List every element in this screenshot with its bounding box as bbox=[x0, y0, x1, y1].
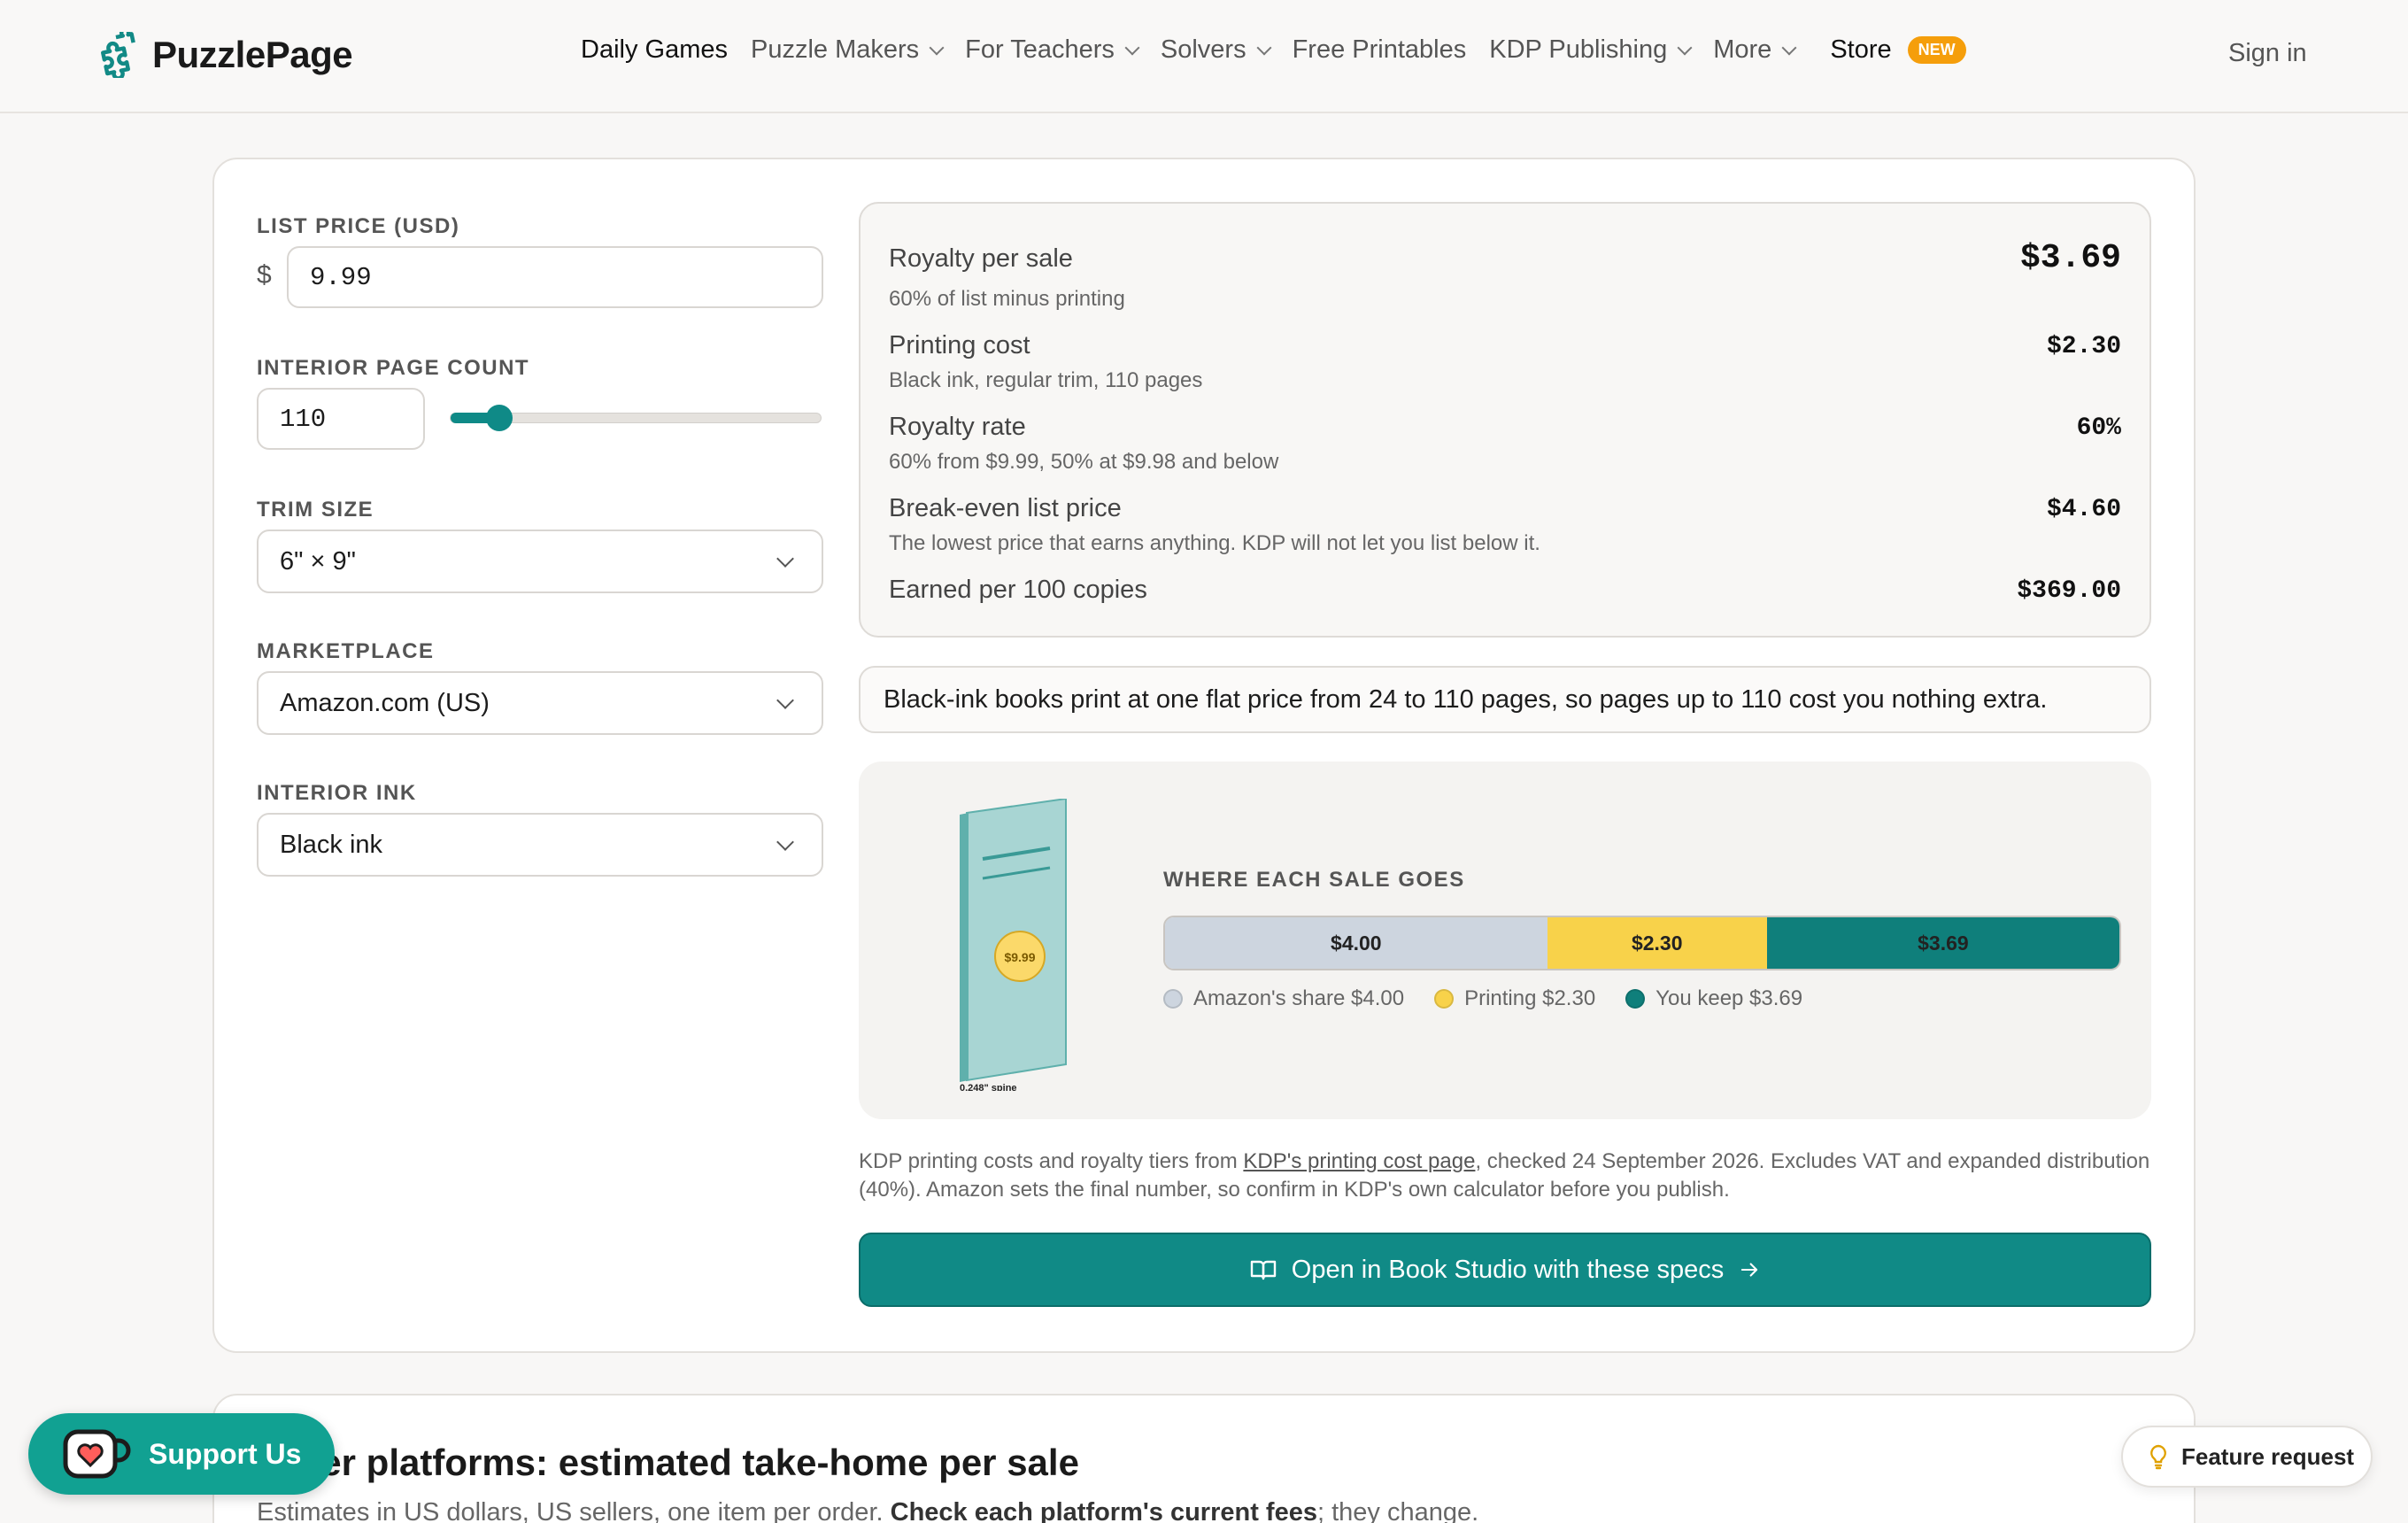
legend-label: You keep $3.69 bbox=[1656, 986, 1803, 1010]
royalty-subtitle: 60% of list minus printing bbox=[889, 287, 1125, 311]
chevron-down-icon bbox=[776, 692, 794, 709]
chevron-down-icon bbox=[1124, 40, 1140, 55]
cta-label: Open in Book Studio with these specs bbox=[1291, 1255, 1725, 1284]
chevron-down-icon bbox=[1677, 40, 1693, 55]
other-platforms-subtitle: Estimates in US dollars, US sellers, one… bbox=[257, 1498, 1479, 1523]
nav-daily-games[interactable]: Daily Games bbox=[581, 35, 728, 65]
royalty-value: $3.69 bbox=[2019, 239, 2121, 277]
printing-value: $2.30 bbox=[2046, 333, 2121, 360]
footnote-text: KDP printing costs and royalty tiers fro… bbox=[859, 1149, 1244, 1173]
ko-fi-cup-icon bbox=[63, 1429, 131, 1479]
printing-subtitle: Black ink, regular trim, 110 pages bbox=[889, 368, 1203, 392]
legend-item-2: You keep $3.69 bbox=[1625, 986, 1802, 1011]
nav-store[interactable]: Store NEW bbox=[1830, 35, 1966, 65]
book-illustration: $9.99 0.248" spine bbox=[960, 799, 1067, 1091]
other-platforms-card: Other platforms: estimated take-home per… bbox=[212, 1394, 2196, 1523]
nav-for-teachers[interactable]: For Teachers bbox=[965, 35, 1140, 65]
interior-ink-value: Black ink bbox=[280, 830, 383, 859]
chevron-down-icon bbox=[776, 550, 794, 568]
open-in-book-studio-button[interactable]: Open in Book Studio with these specs bbox=[859, 1233, 2151, 1307]
flat-price-note: Black-ink books print at one flat price … bbox=[859, 666, 2151, 733]
marketplace-select[interactable]: Amazon.com (US) bbox=[257, 671, 823, 735]
royalty-rate-title: Royalty rate bbox=[889, 413, 1026, 441]
royalty-rate-subtitle: 60% from $9.99, 50% at $9.98 and below bbox=[889, 450, 1279, 474]
open-book-icon bbox=[1250, 1260, 1276, 1280]
list-price-label: LIST PRICE (USD) bbox=[257, 214, 460, 238]
results-panel: Royalty per sale 60% of list minus print… bbox=[859, 202, 2151, 638]
puzzle-logo-icon bbox=[101, 32, 135, 78]
nav-kdp-publishing[interactable]: KDP Publishing bbox=[1489, 35, 1693, 65]
breakeven-value: $4.60 bbox=[2046, 496, 2121, 523]
site-header: PuzzlePage Daily Games Puzzle Makers For… bbox=[0, 0, 2408, 113]
currency-symbol: $ bbox=[257, 260, 272, 290]
slider-thumb[interactable] bbox=[485, 405, 513, 431]
other-platforms-title: Other platforms: estimated take-home per… bbox=[257, 1442, 1079, 1483]
chevron-down-icon bbox=[1781, 40, 1797, 55]
feature-request-label: Feature request bbox=[2181, 1442, 2355, 1470]
sale-segment-2: $3.69 bbox=[1766, 917, 2119, 969]
kdp-printing-cost-link[interactable]: KDP's printing cost page bbox=[1243, 1149, 1475, 1173]
new-badge: NEW bbox=[1907, 36, 1966, 64]
book-price-tag: $9.99 bbox=[1004, 950, 1035, 964]
sale-breakdown-panel: $9.99 0.248" spine WHERE EACH SALE GOES … bbox=[859, 762, 2151, 1119]
per-100-title: Earned per 100 copies bbox=[889, 576, 1147, 604]
page-count-label: INTERIOR PAGE COUNT bbox=[257, 356, 530, 380]
interior-ink-label: INTERIOR INK bbox=[257, 781, 417, 805]
marketplace-value: Amazon.com (US) bbox=[280, 688, 490, 717]
sale-breakdown-bar: $4.00 $2.30 $3.69 bbox=[1163, 916, 2121, 970]
legend-item-1: Printing $2.30 bbox=[1434, 986, 1595, 1011]
trim-size-label: TRIM SIZE bbox=[257, 498, 374, 522]
arrow-right-icon bbox=[1741, 1263, 1758, 1277]
interior-ink-select[interactable]: Black ink bbox=[257, 813, 823, 877]
sale-segment-0: $4.00 bbox=[1165, 917, 1547, 969]
breakeven-title: Break-even list price bbox=[889, 494, 1122, 522]
nav-more[interactable]: More bbox=[1713, 35, 1797, 65]
feature-request-button[interactable]: Feature request bbox=[2121, 1426, 2373, 1488]
support-us-button[interactable]: Support Us bbox=[28, 1413, 335, 1495]
sale-breakdown-legend: Amazon's share $4.00 Printing $2.30 You ke… bbox=[1163, 986, 1833, 1011]
nav-solvers[interactable]: Solvers bbox=[1161, 35, 1272, 65]
breakeven-subtitle: The lowest price that earns anything. KD… bbox=[889, 531, 1540, 555]
legend-label: Printing $2.30 bbox=[1464, 986, 1596, 1010]
legend-label: Amazon's share $4.00 bbox=[1193, 986, 1405, 1010]
legend-dot bbox=[1434, 989, 1455, 1009]
nav-puzzle-makers[interactable]: Puzzle Makers bbox=[751, 35, 945, 65]
breakdown-title: WHERE EACH SALE GOES bbox=[1163, 868, 1465, 892]
page-count-slider[interactable] bbox=[450, 405, 822, 431]
royalty-title: Royalty per sale bbox=[889, 244, 1073, 273]
support-us-label: Support Us bbox=[149, 1437, 302, 1470]
sale-segment-1: $2.30 bbox=[1547, 917, 1767, 969]
chevron-down-icon bbox=[929, 40, 945, 55]
list-price-input[interactable]: 9.99 bbox=[287, 246, 823, 308]
trim-size-select[interactable]: 6" × 9" bbox=[257, 530, 823, 593]
spine-label: 0.248" spine bbox=[960, 1083, 1017, 1091]
royalty-rate-value: 60% bbox=[2076, 414, 2121, 442]
printing-title: Printing cost bbox=[889, 331, 1030, 359]
marketplace-label: MARKETPLACE bbox=[257, 639, 435, 663]
legend-item-0: Amazon's share $4.00 bbox=[1163, 986, 1404, 1011]
nav-free-printables[interactable]: Free Printables bbox=[1293, 35, 1467, 65]
lightbulb-icon bbox=[2150, 1444, 2166, 1470]
source-footnote: KDP printing costs and royalty tiers fro… bbox=[859, 1148, 2151, 1204]
per-100-value: $369.00 bbox=[2017, 577, 2121, 605]
legend-dot bbox=[1625, 989, 1646, 1009]
page-count-input[interactable]: 110 bbox=[257, 388, 425, 450]
main-nav: Daily Games Puzzle Makers For Teachers S… bbox=[581, 35, 1989, 65]
brand-name: PuzzlePage bbox=[152, 34, 353, 75]
chevron-down-icon bbox=[776, 833, 794, 851]
sign-in-link[interactable]: Sign in bbox=[2228, 39, 2307, 68]
chevron-down-icon bbox=[1256, 40, 1272, 55]
legend-dot bbox=[1163, 989, 1183, 1009]
brand-logo[interactable]: PuzzlePage bbox=[97, 32, 353, 78]
trim-size-value: 6" × 9" bbox=[280, 546, 356, 576]
